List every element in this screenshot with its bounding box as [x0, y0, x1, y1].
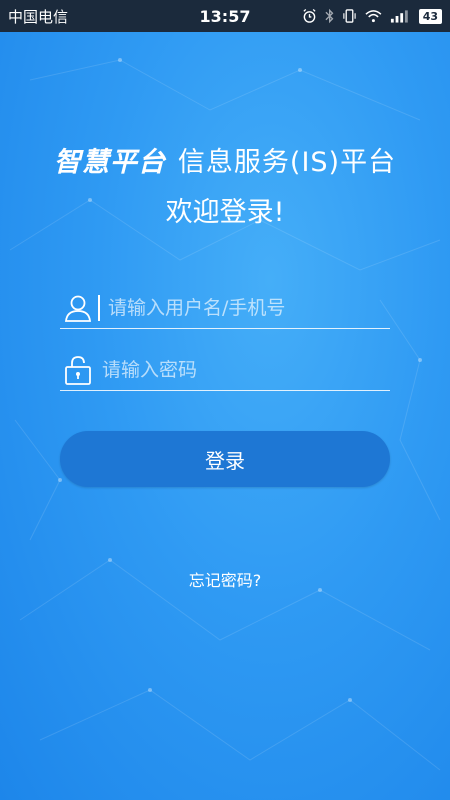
alarm-icon	[303, 8, 316, 23]
welcome-text: 欢迎登录!	[165, 197, 285, 228]
username-field[interactable]	[60, 288, 390, 329]
wifi-icon	[365, 10, 382, 23]
bluetooth-icon	[325, 8, 334, 24]
login-button[interactable]: 登录	[60, 431, 390, 487]
status-bar: 中国电信 13:57 43	[0, 0, 450, 32]
forgot-password-link[interactable]: 忘记密码?	[0, 567, 450, 591]
lock-icon	[62, 354, 94, 386]
brand-logo-text: 智慧平台	[53, 147, 166, 178]
carrier-label: 中国电信	[8, 7, 69, 26]
platform-subtitle: 信息服务(IS)平台	[177, 147, 397, 178]
network-background	[9, 58, 441, 771]
vibrate-icon	[343, 9, 356, 23]
battery-icon: 43	[418, 8, 442, 24]
text-cursor	[98, 295, 100, 321]
signal-icon	[391, 10, 408, 23]
user-icon	[62, 292, 94, 324]
status-icons: 43	[302, 8, 442, 24]
clock: 13:57	[199, 6, 251, 26]
page-title: 智慧平台 信息服务(IS)平台	[0, 140, 450, 179]
password-input[interactable]	[100, 358, 390, 382]
password-field[interactable]	[60, 350, 390, 391]
username-input[interactable]	[106, 296, 390, 320]
